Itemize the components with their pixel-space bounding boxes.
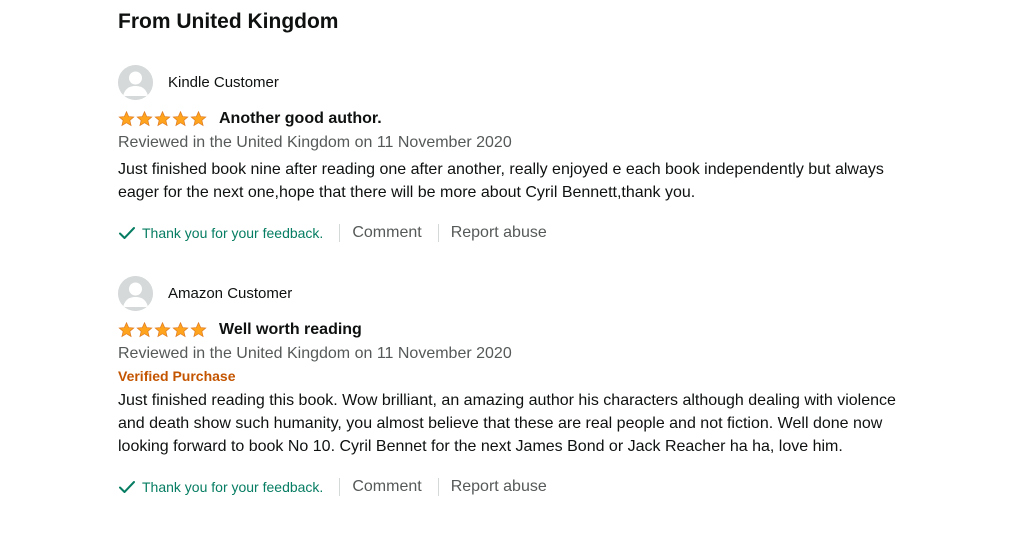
action-divider [339,478,341,496]
reviewer-profile[interactable]: Amazon Customer [118,275,918,311]
avatar-icon [118,275,153,311]
feedback-message: Thank you for your feedback. [118,479,323,495]
feedback-text: Thank you for your feedback. [142,225,324,241]
star-icon [154,111,171,127]
reviewer-name[interactable]: Amazon Customer [168,285,292,302]
star-rating[interactable] [118,111,207,127]
star-icon [190,322,207,338]
verified-purchase-badge[interactable]: Verified Purchase [118,367,918,385]
reviews-page: From United Kingdom Kindle Customer Anot… [0,0,1024,541]
feedback-message: Thank you for your feedback. [118,225,323,241]
action-divider [339,224,341,242]
action-divider [437,224,439,242]
star-rating[interactable] [118,322,207,338]
review-item: Amazon Customer Well worth reading Revie… [118,275,918,499]
review-date: Reviewed in the United Kingdom on 11 Nov… [118,134,512,151]
avatar-icon [118,64,153,100]
star-icon [154,322,171,338]
comment-link[interactable]: Comment [352,224,421,242]
star-icon [190,111,207,127]
review-body: Just finished reading this book. Wow bri… [118,392,896,455]
rating-row: Another good author. [118,108,918,130]
checkmark-icon [119,227,135,239]
section-title: From United Kingdom [118,10,339,33]
report-abuse-link[interactable]: Report abuse [451,224,547,242]
action-divider [437,478,439,496]
comment-link[interactable]: Comment [352,478,421,496]
review-actions: Thank you for your feedback. Comment Rep… [118,221,918,245]
review-date: Reviewed in the United Kingdom on 11 Nov… [118,345,512,362]
review-item: Kindle Customer Another good author. Rev… [118,64,918,245]
feedback-text: Thank you for your feedback. [142,479,324,495]
review-body: Just finished book nine after reading on… [118,161,884,201]
reviewer-name[interactable]: Kindle Customer [168,74,279,91]
review-title[interactable]: Well worth reading [219,321,362,339]
report-abuse-link[interactable]: Report abuse [451,478,547,496]
review-title[interactable]: Another good author. [219,110,382,128]
checkmark-icon [119,481,135,493]
review-actions: Thank you for your feedback. Comment Rep… [118,475,918,499]
star-icon [118,322,135,338]
reviewer-profile[interactable]: Kindle Customer [118,64,918,100]
star-icon [172,111,189,127]
rating-row: Well worth reading [118,319,918,341]
star-icon [172,322,189,338]
star-icon [136,111,153,127]
star-icon [136,322,153,338]
star-icon [118,111,135,127]
